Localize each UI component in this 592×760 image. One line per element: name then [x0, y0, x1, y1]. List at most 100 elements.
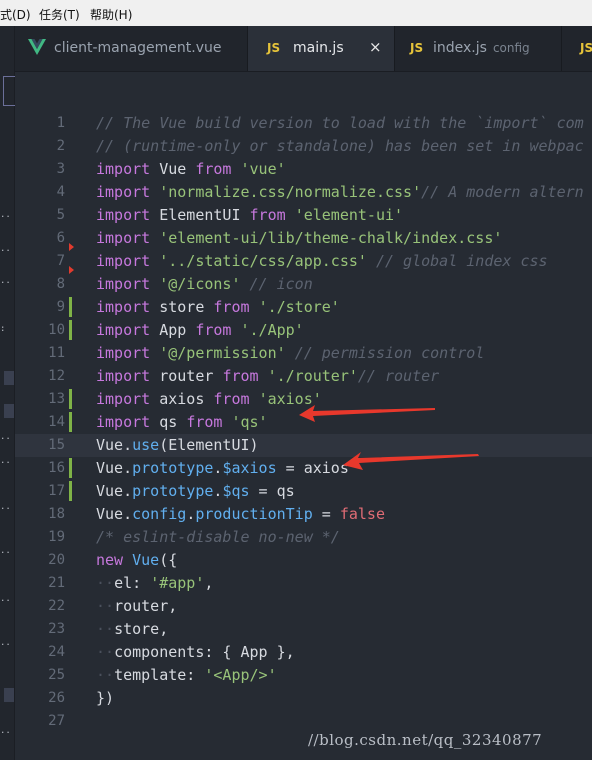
- menu-item-tasks[interactable]: 任务(T): [39, 6, 80, 23]
- sidebar-fragment: :: [0, 324, 6, 334]
- code-token: false: [339, 505, 385, 523]
- code-token: 'qs': [231, 413, 268, 431]
- code-line[interactable]: 27: [15, 710, 592, 733]
- code-token: // global index css: [375, 252, 548, 270]
- sidebar-selection: [3, 76, 15, 106]
- tab-label: client-management.vue: [54, 40, 222, 56]
- line-number: 9: [56, 299, 65, 315]
- code-text: import 'normalize.css/normalize.css'// A…: [96, 181, 584, 204]
- code-token: use: [132, 436, 160, 454]
- code-token: './router': [267, 367, 358, 385]
- code-line[interactable]: 5 import ElementUI from 'element-ui': [15, 204, 592, 227]
- code-token: from: [195, 160, 232, 178]
- code-token: from: [186, 413, 223, 431]
- code-token: '../static/css/app.css': [159, 252, 367, 270]
- line-number: 7: [56, 253, 65, 269]
- code-line[interactable]: 20 new Vue({: [15, 549, 592, 572]
- code-text: import axios from 'axios': [96, 388, 322, 411]
- sidebar-fragment: ..: [0, 210, 11, 220]
- code-token: import: [96, 183, 151, 201]
- code-token: ElementUI: [168, 436, 250, 454]
- code-token: import: [96, 229, 151, 247]
- tab-client-management[interactable]: client-management.vue: [15, 26, 248, 71]
- code-token: el:: [114, 574, 151, 592]
- line-number: 25: [48, 667, 65, 683]
- code-line[interactable]: 17 Vue.prototype.$qs = qs: [15, 480, 592, 503]
- line-number: 23: [48, 621, 65, 637]
- vue-logo-icon: [28, 39, 46, 55]
- code-line[interactable]: 9 import store from './store': [15, 296, 592, 319]
- close-icon[interactable]: ×: [369, 38, 382, 56]
- sidebar-fragment: ..: [0, 726, 11, 736]
- code-token: // The Vue build version to load with th…: [96, 114, 584, 132]
- code-line[interactable]: 6 import 'element-ui/lib/theme-chalk/inde…: [15, 227, 592, 250]
- code-text: Vue.use(ElementUI): [96, 434, 259, 457]
- sidebar-fragment: ..: [0, 594, 11, 604]
- code-token: ElementUI: [150, 206, 250, 224]
- code-line[interactable]: 12 import router from './router'// router: [15, 365, 592, 388]
- code-line[interactable]: 16 Vue.prototype.$axios = axios: [15, 457, 592, 480]
- code-token: from: [222, 367, 259, 385]
- code-line[interactable]: 24 ··components: { App },: [15, 641, 592, 664]
- code-token: ··: [96, 643, 115, 661]
- code-token: // permission control: [294, 344, 485, 362]
- line-number: 16: [48, 460, 65, 476]
- code-line[interactable]: 3 import Vue from 'vue': [15, 158, 592, 181]
- code-text: new Vue({: [96, 549, 177, 572]
- code-line[interactable]: 8 import '@/icons' // icon: [15, 273, 592, 296]
- left-panel-strip: .. .. .. : .. .. .. .. .. .. ..: [0, 26, 15, 760]
- code-token: ··: [96, 597, 115, 615]
- code-line[interactable]: 10 import App from './App': [15, 319, 592, 342]
- code-text: // The Vue build version to load with th…: [96, 112, 584, 135]
- code-token: =: [312, 505, 340, 523]
- line-number: 22: [48, 598, 65, 614]
- code-line[interactable]: 13 import axios from 'axios': [15, 388, 592, 411]
- code-line[interactable]: 25 ··template: '<App/>': [15, 664, 592, 687]
- code-token: from: [213, 390, 250, 408]
- code-token: (: [159, 436, 169, 454]
- code-token: from: [213, 298, 250, 316]
- menu-item-help[interactable]: 帮助(H): [90, 6, 132, 23]
- code-line[interactable]: 1 // The Vue build version to load with t…: [15, 112, 592, 135]
- code-token: ··: [96, 620, 115, 638]
- code-line[interactable]: 18 Vue.config.productionTip = false: [15, 503, 592, 526]
- code-token: components: { App },: [114, 643, 295, 661]
- code-text: ··router,: [96, 595, 177, 618]
- code-line[interactable]: 4 import 'normalize.css/normalize.css'// …: [15, 181, 592, 204]
- code-line[interactable]: 19 /* eslint-disable no-new */: [15, 526, 592, 549]
- code-token: '@/icons': [159, 275, 241, 293]
- code-line[interactable]: 23 ··store,: [15, 618, 592, 641]
- tab-overflow[interactable]: JS: [562, 26, 592, 71]
- tab-main-js[interactable]: JS main.js ×: [248, 26, 395, 71]
- code-token: router: [150, 367, 223, 385]
- code-token: .: [186, 505, 196, 523]
- code-token: config: [132, 505, 187, 523]
- tab-index-js[interactable]: JS index.js config: [395, 26, 562, 71]
- line-number: 24: [48, 644, 65, 660]
- line-number: 8: [56, 276, 65, 292]
- line-number: 6: [56, 230, 65, 246]
- sidebar-fragment: ..: [0, 546, 11, 556]
- sidebar-fragment: ..: [0, 244, 11, 254]
- code-line[interactable]: 22 ··router,: [15, 595, 592, 618]
- line-number: 1: [56, 115, 65, 131]
- code-token: ··: [96, 574, 115, 592]
- code-editor[interactable]: 1 // The Vue build version to load with t…: [15, 72, 592, 760]
- sidebar-fragment: ..: [0, 638, 11, 648]
- code-line[interactable]: 26}): [15, 687, 592, 710]
- code-token: Vue: [150, 160, 196, 178]
- menu-item-format[interactable]: 式(D): [0, 6, 31, 23]
- code-line[interactable]: 15 Vue.use(ElementUI): [15, 434, 592, 457]
- tab-label: index.js: [433, 40, 487, 56]
- tab-bar: client-management.vue JS main.js × JS in…: [15, 26, 592, 72]
- code-text: Vue.config.productionTip = false: [96, 503, 385, 526]
- sidebar-fragment: ..: [0, 502, 11, 512]
- code-line[interactable]: 21 ··el: '#app',: [15, 572, 592, 595]
- js-file-icon: JS: [267, 41, 281, 55]
- code-line[interactable]: 14 import qs from 'qs': [15, 411, 592, 434]
- code-line[interactable]: 2 // (runtime-only or standalone) has bee…: [15, 135, 592, 158]
- code-line[interactable]: 7 import '../static/css/app.css' // globa…: [15, 250, 592, 273]
- code-line[interactable]: 11 import '@/permission' // permission co…: [15, 342, 592, 365]
